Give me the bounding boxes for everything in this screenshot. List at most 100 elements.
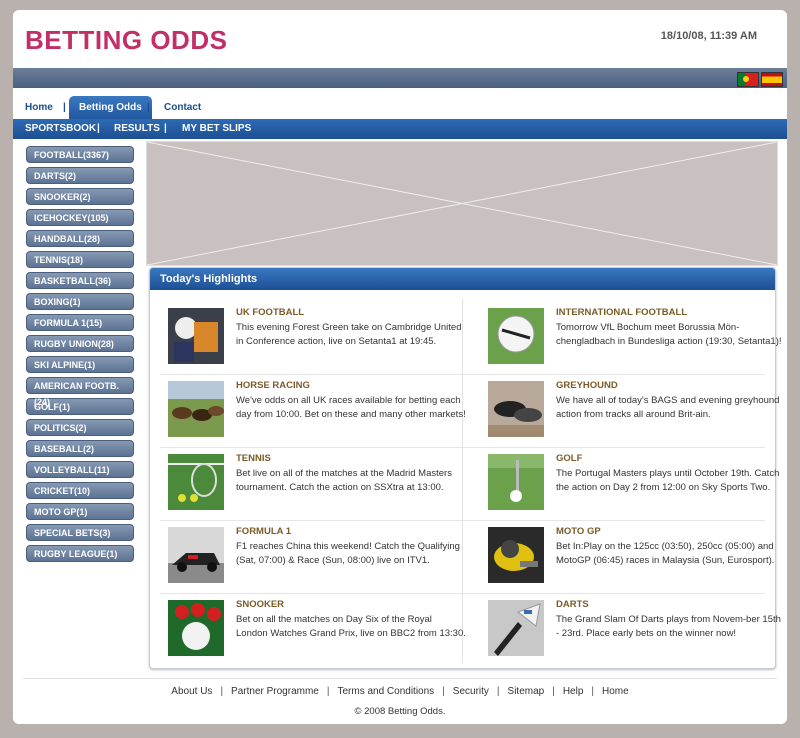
subnav-separator: | [164, 123, 167, 134]
footer-link[interactable]: Help [563, 686, 584, 697]
sport-item[interactable]: CRICKET(10) [26, 482, 134, 499]
sport-item[interactable]: RUGBY UNION(28) [26, 335, 134, 352]
tennis-thumbnail[interactable] [168, 454, 224, 510]
sub-navigation: SPORTSBOOK | RESULTS | MY BET SLIPS [13, 119, 787, 139]
subnav-my-bet-slips[interactable]: MY BET SLIPS [182, 123, 251, 134]
row-divider [160, 374, 765, 375]
sports-sidebar: FOOTBALL(3367) DARTS(2) SNOOKER(2) ICEHOCKE… [26, 146, 136, 566]
sport-item[interactable]: FORMULA 1(15) [26, 314, 134, 331]
formula-1-thumbnail[interactable] [168, 527, 224, 583]
greyhound-thumbnail[interactable] [488, 381, 544, 437]
footer-link[interactable]: Partner Programme [231, 686, 319, 697]
highlight-text: We have all of today's BAGS and evening … [556, 395, 780, 420]
tab-home[interactable]: Home [25, 102, 53, 113]
sport-item[interactable]: GOLF(1) [26, 398, 134, 415]
placeholder-cross-icon [147, 142, 777, 265]
highlight-text: The Grand Slam Of Darts plays from Novem… [556, 614, 781, 639]
highlight-text: Bet In:Play on the 125cc (03:50), 250cc … [556, 541, 775, 566]
tab-betting-odds[interactable]: Betting Odds [69, 96, 152, 119]
highlight-item: INTERNATIONAL FOOTBALL Tomorrow VfL Bochu… [488, 304, 787, 374]
footer-link[interactable]: Security [453, 686, 489, 697]
highlight-text: The Portugal Masters plays until October… [556, 468, 780, 493]
tab-contact[interactable]: Contact [164, 102, 201, 113]
footer-separator: | [442, 686, 445, 697]
footer-separator: | [496, 686, 500, 697]
highlight-item: SNOOKER Bet on all the matches on Day Six… [168, 596, 468, 666]
footer-separator: | [591, 686, 595, 697]
international-football-thumbnail[interactable] [488, 308, 544, 364]
highlight-title[interactable]: UK FOOTBALL [236, 307, 304, 318]
footer-link[interactable]: Terms and Conditions [337, 686, 434, 697]
highlight-item: TENNIS Bet live on all of the matches at … [168, 450, 468, 520]
highlight-text: Bet on all the matches on Day Six of the… [236, 614, 466, 639]
sport-item[interactable]: SNOOKER(2) [26, 188, 134, 205]
highlight-text: This evening Forest Green take on Cambri… [236, 322, 462, 347]
snooker-thumbnail[interactable] [168, 600, 224, 656]
highlights-title: Today's Highlights [150, 268, 775, 290]
horse-racing-thumbnail[interactable] [168, 381, 224, 437]
highlight-title[interactable]: GOLF [556, 453, 582, 464]
footer-link[interactable]: About Us [171, 686, 212, 697]
sport-item[interactable]: POLITICS(2) [26, 419, 134, 436]
highlight-title[interactable]: SNOOKER [236, 599, 284, 610]
spain-flag-icon[interactable] [761, 72, 783, 87]
row-divider [160, 593, 765, 594]
highlight-text: Bet live on all of the matches at the Ma… [236, 468, 452, 493]
row-divider [160, 520, 765, 521]
highlight-title[interactable]: FORMULA 1 [236, 526, 291, 537]
highlight-title[interactable]: INTERNATIONAL FOOTBALL [556, 307, 687, 318]
footer-separator: | [552, 686, 555, 697]
highlights-panel: Today's Highlights UK FOOTBALL This eveni… [149, 267, 782, 669]
sport-item[interactable]: FOOTBALL(3367) [26, 146, 134, 163]
highlight-text: We've odds on all UK races available for… [236, 395, 466, 420]
site-logo[interactable]: BETTING ODDS [25, 25, 227, 56]
highlight-title[interactable]: TENNIS [236, 453, 271, 464]
subnav-sportsbook[interactable]: SPORTSBOOK [25, 123, 96, 134]
footer-divider [23, 678, 777, 679]
footer-link[interactable]: Sitemap [508, 686, 545, 697]
sport-item[interactable]: SKI ALPINE(1) [26, 356, 134, 373]
highlight-title[interactable]: HORSE RACING [236, 380, 310, 391]
highlight-text: Tomorrow VfL Bochum meet Borussia Mön-ch… [556, 322, 782, 347]
subnav-separator: | [97, 123, 100, 134]
golf-thumbnail[interactable] [488, 454, 544, 510]
sport-item[interactable]: BOXING(1) [26, 293, 134, 310]
sport-item[interactable]: RUGBY LEAGUE(1) [26, 545, 134, 562]
datetime: 18/10/08, 11:39 AM [660, 30, 757, 42]
highlight-title[interactable]: GREYHOUND [556, 380, 618, 391]
footer-separator: | [326, 686, 330, 697]
portugal-flag-icon[interactable] [737, 72, 759, 87]
tab-separator: | [63, 102, 66, 113]
footer-link[interactable]: Home [602, 686, 629, 697]
footer-links: About Us | Partner Programme | Terms and Con… [13, 686, 787, 697]
highlight-item: UK FOOTBALL This evening Forest Green tak… [168, 304, 468, 374]
copyright: © 2008 Betting Odds. [354, 706, 446, 717]
sport-item[interactable]: BASEBALL(2) [26, 440, 134, 457]
language-flags [13, 69, 787, 87]
moto-gp-thumbnail[interactable] [488, 527, 544, 583]
page: BETTING ODDS 18/10/08, 11:39 AM Home | B… [13, 10, 787, 724]
tab-separator: | [147, 102, 150, 113]
subnav-results[interactable]: RESULTS [114, 123, 160, 134]
uk-football-thumbnail[interactable] [168, 308, 224, 364]
highlight-item: DARTS The Grand Slam Of Darts plays from … [488, 596, 787, 666]
sport-item[interactable]: SPECIAL BETS(3) [26, 524, 134, 541]
darts-thumbnail[interactable] [488, 600, 544, 656]
highlight-title[interactable]: DARTS [556, 599, 589, 610]
footer-separator: | [220, 686, 224, 697]
main-tabs: Home | Betting Odds | Contact [13, 95, 787, 120]
highlight-item: MOTO GP Bet In:Play on the 125cc (03:50),… [488, 523, 787, 593]
sport-item[interactable]: AMERICAN FOOTB.(24) [26, 377, 134, 407]
sport-item[interactable]: ICEHOCKEY(105) [26, 209, 134, 226]
sport-item[interactable]: HANDBALL(28) [26, 230, 134, 247]
sport-item[interactable]: VOLLEYBALL(11) [26, 461, 134, 478]
highlight-text: F1 reaches China this weekend! Catch the… [236, 541, 460, 566]
sport-item[interactable]: MOTO GP(1) [26, 503, 134, 520]
banner-placeholder [146, 141, 778, 266]
sport-item[interactable]: TENNIS(18) [26, 251, 134, 268]
highlight-item: FORMULA 1 F1 reaches China this weekend! … [168, 523, 468, 593]
highlight-title[interactable]: MOTO GP [556, 526, 601, 537]
sport-item[interactable]: DARTS(2) [26, 167, 134, 184]
sport-item[interactable]: BASKETBALL(36) [26, 272, 134, 289]
row-divider [160, 447, 765, 448]
